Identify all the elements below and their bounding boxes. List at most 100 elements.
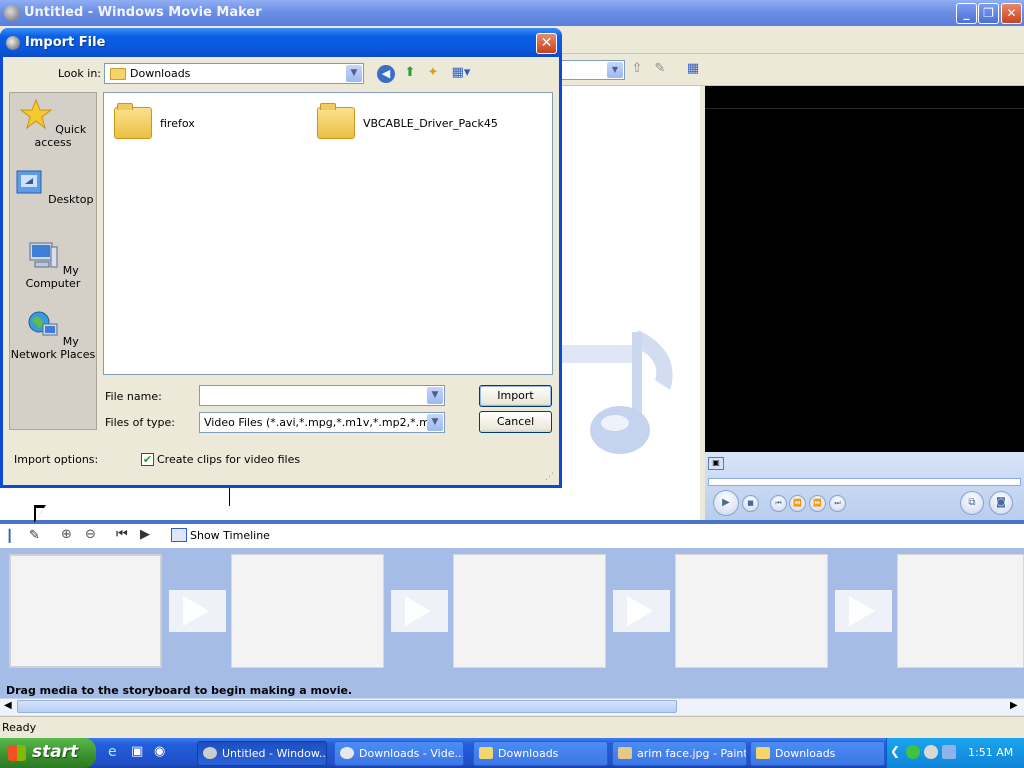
rewind-storyboard-icon[interactable]: ⏮ (116, 527, 128, 542)
dialog-title: Import File (25, 35, 106, 50)
scroll-left-icon[interactable]: ◀ (4, 700, 12, 711)
storyboard-clip-slot[interactable] (675, 554, 828, 668)
timeline-icon[interactable] (171, 528, 187, 542)
import-options-label: Import options: (14, 453, 99, 466)
up-folder-icon[interactable]: ⇧ (628, 60, 646, 78)
windows-flag-icon (8, 745, 26, 761)
taskbar-task-downloads-2[interactable]: Downloads (750, 741, 885, 766)
set-audio-levels-icon[interactable]: ┃ (6, 529, 13, 543)
text-cursor (229, 488, 230, 506)
movie-maker-icon (203, 747, 217, 759)
dialog-close-button[interactable]: ✕ (536, 33, 557, 54)
taskbar-task-downloads-video[interactable]: Downloads - Vide... (334, 741, 464, 766)
tray-expand-icon[interactable]: ❮ (890, 744, 900, 758)
network-icon (28, 311, 58, 336)
back-icon[interactable]: ◀ (377, 65, 395, 83)
place-label: Desktop (48, 193, 94, 206)
display-tray-icon[interactable] (942, 745, 956, 759)
place-my-network[interactable]: My Network Places (9, 310, 97, 361)
look-in-label: Look in: (58, 67, 101, 80)
zoom-out-icon[interactable]: ⊖ (85, 527, 96, 542)
status-text: Ready (2, 721, 37, 734)
file-name-input[interactable]: ▼ (199, 385, 445, 406)
show-desktop-icon[interactable]: ▣ (131, 744, 143, 759)
transition-slot[interactable] (391, 590, 448, 632)
status-bar (0, 716, 1024, 738)
clock[interactable]: 1:51 AM (968, 746, 1013, 759)
show-timeline-button[interactable]: Show Timeline (190, 529, 270, 542)
network-tray-icon[interactable] (906, 745, 920, 759)
play-storyboard-icon[interactable]: ▶ (140, 527, 150, 542)
zoom-in-icon[interactable]: ⊕ (61, 527, 72, 542)
collections-combo[interactable]: ▼ (560, 60, 625, 80)
taskbar-task-movie-maker[interactable]: Untitled - Window... (197, 741, 327, 766)
scrollbar-thumb[interactable] (17, 700, 677, 713)
place-my-computer[interactable]: My Computer (9, 239, 97, 290)
speaker-tray-icon[interactable] (924, 745, 938, 759)
views-icon[interactable]: ▦ (684, 60, 702, 78)
cancel-button[interactable]: Cancel (479, 411, 552, 433)
storyboard-clip-slot[interactable] (231, 554, 384, 668)
folder-icon (479, 747, 493, 759)
create-clips-label[interactable]: Create clips for video files (157, 453, 300, 466)
chevron-down-icon[interactable]: ▼ (346, 65, 362, 82)
scroll-right-icon[interactable]: ▶ (1010, 700, 1018, 711)
place-desktop[interactable]: Desktop (9, 168, 97, 206)
main-window-titlebar[interactable]: Untitled - Windows Movie Maker _ ❐ ✕ (0, 0, 1024, 26)
fullscreen-icon[interactable]: ▣ (708, 457, 724, 470)
create-clips-checkbox[interactable]: ✔ (141, 453, 154, 466)
folder-icon (317, 103, 355, 139)
folder-icon (114, 103, 152, 139)
storyboard-hint: Drag media to the storyboard to begin ma… (6, 684, 353, 697)
look-in-combo[interactable]: Downloads ▼ (104, 63, 364, 84)
task-label: Downloads - Vide... (359, 747, 464, 760)
files-of-type-select[interactable]: Video Files (*.avi,*.mpg,*.m1v,*.mp2,*.m… (199, 412, 445, 433)
folder-icon (110, 68, 126, 80)
chevron-down-icon[interactable]: ▼ (427, 387, 443, 404)
minimize-button[interactable]: _ (956, 3, 977, 24)
star-icon (19, 98, 53, 130)
start-label: start (32, 742, 79, 762)
ie-icon[interactable]: e (108, 744, 117, 760)
desktop-icon (16, 170, 42, 194)
previous-frame-icon[interactable]: ⏮ (770, 495, 787, 512)
media-player-icon[interactable]: ◉ (154, 744, 165, 759)
snapshot-camera-icon[interactable]: ◙ (989, 491, 1013, 515)
import-button[interactable]: Import (479, 385, 552, 407)
next-frame-icon[interactable]: ⏭ (829, 495, 846, 512)
mouse-pointer-icon (34, 505, 46, 523)
stop-icon[interactable]: ■ (742, 495, 759, 512)
import-icon (340, 747, 354, 759)
create-new-folder-icon[interactable]: ✦ (424, 64, 442, 82)
close-button[interactable]: ✕ (1001, 3, 1022, 24)
chevron-down-icon[interactable]: ▼ (427, 414, 443, 431)
rewind-icon[interactable]: ⏪ (789, 495, 806, 512)
taskbar-task-paint[interactable]: arim face.jpg - Paint (612, 741, 747, 766)
place-quick-access[interactable]: Quick access (9, 98, 97, 149)
main-window-title: Untitled - Windows Movie Maker (24, 5, 262, 20)
folder-icon (756, 747, 770, 759)
transition-slot[interactable] (613, 590, 670, 632)
storyboard-toolbar: ┃ ✎ ⊕ ⊖ ⏮ ▶ Show Timeline (0, 524, 1024, 548)
new-folder-icon[interactable]: ✎ (651, 60, 669, 78)
play-icon[interactable]: ▶ (713, 490, 739, 516)
restore-button[interactable]: ❐ (978, 3, 999, 24)
split-clip-icon[interactable]: ⧉ (960, 491, 984, 515)
view-menu-icon[interactable]: ▦▾ (449, 64, 473, 82)
preview-screen (705, 86, 1024, 452)
dialog-titlebar[interactable]: Import File (0, 28, 562, 57)
storyboard-clip-slot[interactable] (453, 554, 606, 668)
resize-grip-icon[interactable]: ⋰ (545, 472, 557, 484)
chevron-down-icon[interactable]: ▼ (607, 62, 623, 78)
storyboard-clip-slot[interactable] (9, 554, 162, 668)
narrate-microphone-icon[interactable]: ✎ (29, 528, 40, 543)
up-one-level-icon[interactable]: ⬆ (401, 64, 419, 82)
dialog-app-icon (6, 36, 20, 50)
transition-slot[interactable] (169, 590, 226, 632)
start-button[interactable]: start (0, 738, 96, 768)
seek-bar[interactable] (708, 478, 1021, 486)
taskbar-task-downloads[interactable]: Downloads (473, 741, 608, 766)
storyboard-clip-slot[interactable] (897, 554, 1024, 668)
forward-icon[interactable]: ⏩ (809, 495, 826, 512)
transition-slot[interactable] (835, 590, 892, 632)
